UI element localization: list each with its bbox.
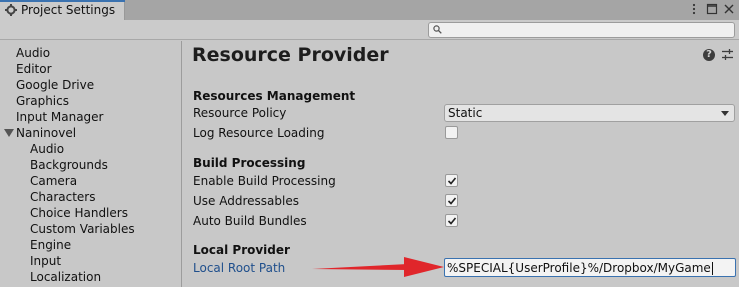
chevron-down-icon[interactable] xyxy=(4,129,14,137)
checkmark-icon xyxy=(447,177,457,185)
sidebar-child-backgrounds[interactable]: Backgrounds xyxy=(30,157,108,173)
checkmark-icon xyxy=(447,197,457,205)
local-root-path-label: Local Root Path xyxy=(193,261,286,275)
tab-bar: Project Settings xyxy=(0,0,739,20)
local-root-path-value: %SPECIAL{UserProfile}%/Dropbox/MyGame xyxy=(447,261,711,275)
kebab-menu-icon[interactable] xyxy=(688,3,700,15)
sidebar-child-audio[interactable]: Audio xyxy=(30,141,64,157)
dropdown-arrow-icon xyxy=(721,111,729,116)
section-build-processing: Build Processing xyxy=(193,156,306,170)
log-resource-loading-checkbox[interactable] xyxy=(445,126,458,139)
maximize-icon[interactable] xyxy=(706,3,718,15)
sidebar-child-choice-handlers[interactable]: Choice Handlers xyxy=(30,205,128,221)
annotation-arrow xyxy=(312,257,444,277)
resource-policy-value: Static xyxy=(448,106,483,120)
sidebar-child-localization[interactable]: Localization xyxy=(30,269,101,285)
sidebar-child-characters[interactable]: Characters xyxy=(30,189,96,205)
help-icon[interactable]: ? xyxy=(703,49,715,61)
tab-title: Project Settings xyxy=(21,3,116,17)
sidebar-item-naninovel[interactable]: Naninovel xyxy=(16,125,76,141)
sidebar-item-graphics[interactable]: Graphics xyxy=(16,93,69,109)
sidebar-child-input[interactable]: Input xyxy=(30,253,61,269)
sidebar-child-camera[interactable]: Camera xyxy=(30,173,77,189)
sidebar-item-editor[interactable]: Editor xyxy=(16,61,52,77)
sidebar-item-google-drive[interactable]: Google Drive xyxy=(16,77,94,93)
sidebar-child-custom-variables[interactable]: Custom Variables xyxy=(30,221,135,237)
gear-icon xyxy=(5,4,17,16)
close-icon[interactable] xyxy=(723,3,735,15)
sidebar-item-input-manager[interactable]: Input Manager xyxy=(16,109,104,125)
section-resources-management: Resources Management xyxy=(193,89,356,103)
log-resource-loading-label: Log Resource Loading xyxy=(193,126,325,140)
use-addressables-checkbox[interactable] xyxy=(445,194,458,207)
tab-accent xyxy=(0,0,125,2)
resource-policy-label: Resource Policy xyxy=(193,106,287,120)
tab-project-settings[interactable]: Project Settings xyxy=(0,0,125,20)
enable-build-processing-checkbox[interactable] xyxy=(445,174,458,187)
presets-icon[interactable] xyxy=(721,48,734,61)
page-title: Resource Provider xyxy=(192,44,389,66)
auto-build-bundles-checkbox[interactable] xyxy=(445,214,458,227)
use-addressables-label: Use Addressables xyxy=(193,194,299,208)
search-icon xyxy=(433,25,442,34)
sidebar-child-engine[interactable]: Engine xyxy=(30,237,71,253)
local-root-path-input[interactable]: %SPECIAL{UserProfile}%/Dropbox/MyGame xyxy=(444,258,736,277)
toolbar xyxy=(0,20,739,40)
auto-build-bundles-label: Auto Build Bundles xyxy=(193,214,307,228)
resource-policy-dropdown[interactable]: Static xyxy=(444,104,735,122)
section-local-provider: Local Provider xyxy=(193,243,290,257)
text-caret xyxy=(711,262,713,275)
sidebar-item-audio[interactable]: Audio xyxy=(16,45,50,61)
search-input[interactable] xyxy=(428,22,735,38)
checkmark-icon xyxy=(447,217,457,225)
enable-build-processing-label: Enable Build Processing xyxy=(193,174,336,188)
